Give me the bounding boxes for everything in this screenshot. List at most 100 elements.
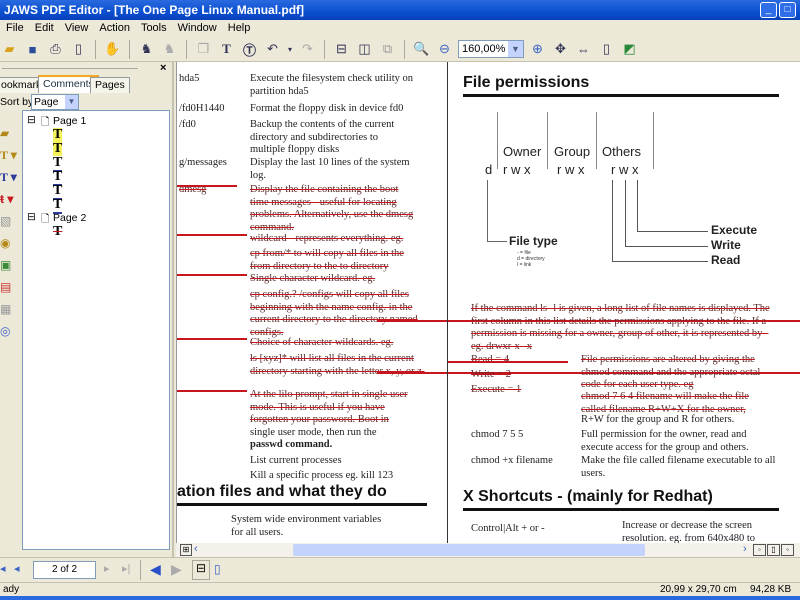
- perm-desc: chmod 7 6 4 filename will make the file …: [581, 391, 749, 415]
- tree-page-1[interactable]: Page 1: [53, 115, 86, 127]
- tree-page-2[interactable]: Page 2: [53, 212, 86, 224]
- desc: passwd command.: [250, 439, 333, 450]
- stamp-tool-icon[interactable]: ▧: [0, 210, 17, 232]
- strikeout-tool-icon[interactable]: ŧ ▾: [0, 188, 17, 210]
- tab-pages[interactable]: Pages: [90, 77, 130, 93]
- chmod-desc: Make the file called filename executable…: [581, 455, 776, 479]
- strikeout-comment-icon[interactable]: T: [53, 225, 62, 239]
- close-panel-icon[interactable]: ×: [160, 62, 166, 74]
- note-tool-icon[interactable]: ▰: [0, 122, 17, 144]
- show-comments-icon[interactable]: ◉: [0, 232, 17, 254]
- highlight-comment-icon[interactable]: T: [53, 128, 63, 142]
- first-page-icon[interactable]: ◂: [0, 562, 6, 575]
- desc: single user mode, then run the: [250, 427, 377, 438]
- scroll-right-icon[interactable]: ›: [743, 543, 747, 555]
- file-type-label: File type: [509, 234, 558, 248]
- highlight-tool-icon[interactable]: T ▾: [0, 144, 17, 166]
- full-screen-icon[interactable]: ◩: [620, 40, 639, 59]
- next-page-icon[interactable]: ▸: [104, 562, 110, 575]
- continuous-icon[interactable]: ⧉: [378, 40, 397, 59]
- forward-icon[interactable]: ▶: [171, 561, 182, 578]
- print-preview-icon[interactable]: ▯: [69, 40, 88, 59]
- zoom-select[interactable]: 160,00% ▼: [458, 40, 524, 58]
- left-after-text: System wide environment variables for al…: [231, 514, 382, 538]
- two-page-icon[interactable]: ◫: [355, 40, 374, 59]
- scroll-left-icon[interactable]: ‹: [194, 543, 198, 555]
- expand-page2-icon[interactable]: ⊟: [27, 211, 36, 223]
- perm-desc: R+W for the group and R for others.: [581, 414, 735, 425]
- strike-line: [177, 390, 247, 392]
- export-comments-icon[interactable]: ▤: [0, 276, 17, 298]
- document-view: hda5 Execute the filesystem check utilit…: [176, 62, 800, 543]
- taskbar-edge: [0, 596, 800, 600]
- page-icon: 🗋: [41, 116, 50, 128]
- menu-tools[interactable]: Tools: [141, 22, 167, 37]
- prev-page-icon[interactable]: ◦: [753, 544, 766, 556]
- single-page-view-icon[interactable]: ⊟: [192, 560, 210, 580]
- cmd: hda5: [179, 73, 200, 84]
- page-icon[interactable]: ▯: [767, 544, 780, 556]
- text-box-icon[interactable]: Ⓣ: [240, 40, 259, 59]
- comments-tree: ⊟ 🗋 Page 1 T T T T T T ⊟ 🗋 Page 2 T: [22, 110, 170, 550]
- next-page-icon[interactable]: ◦: [781, 544, 794, 556]
- redo-icon[interactable]: ↷: [298, 40, 317, 59]
- maximize-button[interactable]: □: [779, 2, 796, 18]
- x-shortcuts-heading: X Shortcuts - (mainly for Redhat): [463, 488, 713, 505]
- group-rwx: r w x: [557, 162, 585, 177]
- underline-tool-icon[interactable]: T ▾: [0, 166, 17, 188]
- menu-action[interactable]: Action: [99, 22, 130, 37]
- copy-icon[interactable]: ❐: [194, 40, 213, 59]
- back-icon[interactable]: ◀: [150, 561, 161, 578]
- menu-window[interactable]: Window: [178, 22, 217, 37]
- menu-file[interactable]: File: [6, 22, 24, 37]
- last-page-icon[interactable]: ▸|: [122, 562, 130, 575]
- single-page-icon[interactable]: ⊟: [332, 40, 351, 59]
- text-select-icon[interactable]: T: [217, 40, 236, 59]
- zoom-tool-icon[interactable]: 🔍: [412, 40, 431, 59]
- menu-view[interactable]: View: [65, 22, 89, 37]
- owner-rwx: r w x: [503, 162, 531, 177]
- fit-page-icon[interactable]: ✥: [551, 40, 570, 59]
- horizontal-scrollbar[interactable]: ⊞ ‹ › ◦ ▯ ◦: [176, 543, 800, 557]
- print-icon[interactable]: ⎙: [46, 40, 65, 59]
- fit-width-icon[interactable]: ⇔: [574, 40, 593, 59]
- scroll-thumb[interactable]: [293, 544, 645, 556]
- undo-dropdown-icon[interactable]: ▾: [286, 40, 294, 59]
- summarize-icon[interactable]: ▦: [0, 298, 17, 320]
- actual-size-icon[interactable]: ▯: [597, 40, 616, 59]
- minimize-button[interactable]: _: [760, 2, 777, 18]
- column-divider: [447, 62, 448, 543]
- save-icon[interactable]: ■: [23, 40, 42, 59]
- highlight-comment-icon[interactable]: T: [53, 142, 63, 156]
- expand-page1-icon[interactable]: ⊟: [27, 114, 36, 126]
- sort-select[interactable]: Page ▼: [31, 94, 79, 110]
- find-next-icon[interactable]: ♞: [160, 40, 179, 59]
- menu-edit[interactable]: Edit: [35, 22, 54, 37]
- strike-line: [177, 234, 247, 236]
- window-title: JAWS PDF Editor - [The One Page Linux Ma…: [4, 3, 305, 17]
- zoom-out-icon[interactable]: ⊖: [435, 40, 454, 59]
- find-icon[interactable]: ♞: [137, 40, 156, 59]
- menu-help[interactable]: Help: [228, 22, 251, 37]
- title-bar: JAWS PDF Editor - [The One Page Linux Ma…: [0, 0, 800, 20]
- import-comments-icon[interactable]: ▣: [0, 254, 17, 276]
- desc: Backup the contents of the current direc…: [250, 119, 395, 155]
- undo-icon[interactable]: ↶: [263, 40, 282, 59]
- split-icon[interactable]: ⊞: [180, 544, 192, 556]
- perm-desc: File permissions are altered by giving t…: [581, 354, 761, 390]
- toolbar: ▰ ■ ⎙ ▯ ✋ ♞ ♞ ❐ T Ⓣ ↶ ▾ ↷ ⊟ ◫ ⧉ 🔍 ⊖ 160,…: [0, 37, 800, 62]
- open-icon[interactable]: ▰: [0, 40, 19, 59]
- page-view-icon[interactable]: ▯: [214, 562, 221, 576]
- chevron-down-icon[interactable]: ▼: [65, 95, 78, 109]
- desc: Execute the filesystem check utility on …: [250, 73, 413, 97]
- chevron-down-icon[interactable]: ▼: [508, 41, 523, 57]
- search-comments-icon[interactable]: ◎: [0, 320, 17, 342]
- prev-page-icon[interactable]: ◂: [14, 562, 20, 575]
- left-section-heading: ation files and what they do: [177, 483, 387, 500]
- desc: cp from/* to will copy all files in the …: [250, 248, 404, 272]
- page-number-field[interactable]: 2 of 2: [33, 561, 96, 579]
- zoom-in-icon[interactable]: ⊕: [528, 40, 547, 59]
- cmd: /fd0: [179, 119, 196, 130]
- hand-tool-icon[interactable]: ✋: [103, 40, 122, 59]
- others-rwx: r w x: [611, 162, 639, 177]
